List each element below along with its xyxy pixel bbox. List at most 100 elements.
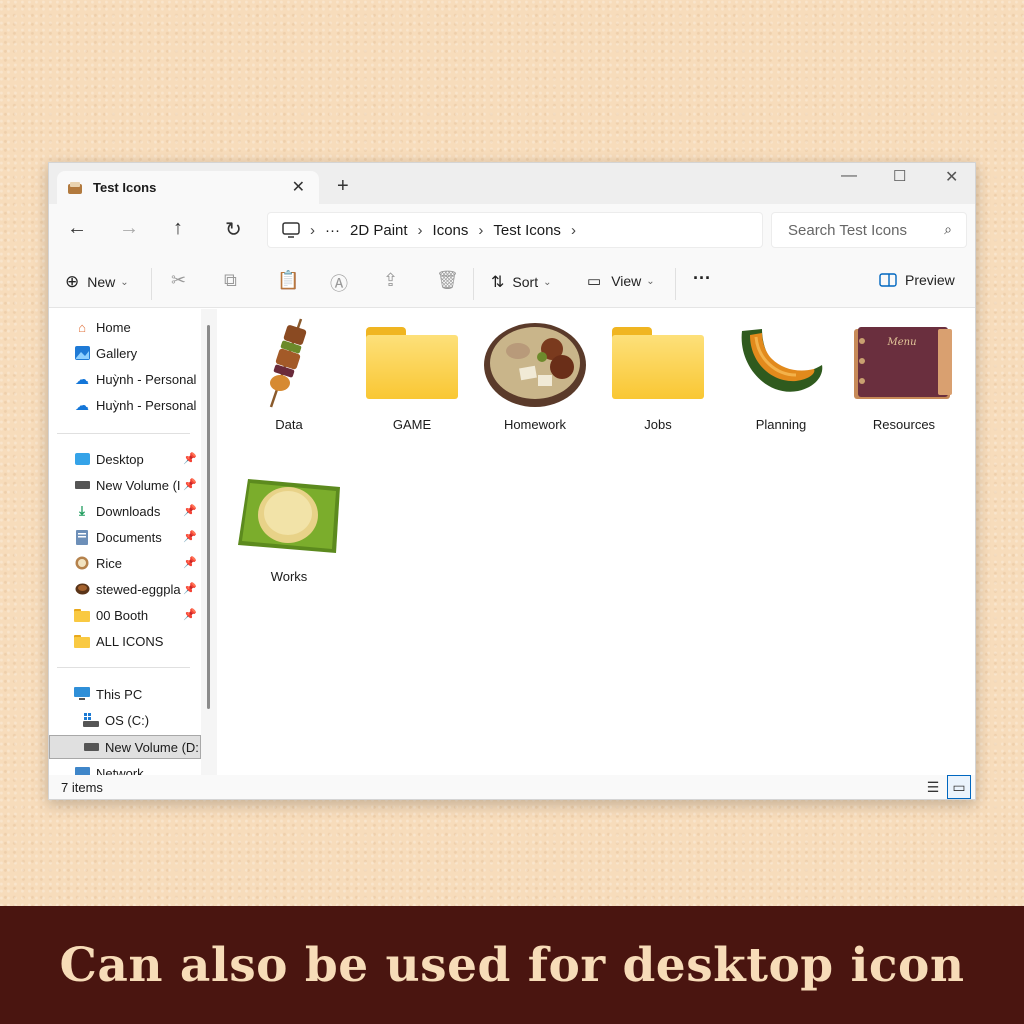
large-icons-view-icon[interactable]: ▭ [947, 775, 971, 799]
file-item-works[interactable]: Works [234, 469, 344, 584]
pin-icon: 📌 [183, 531, 197, 543]
breadcrumb-test-icons[interactable]: Test Icons [493, 222, 561, 239]
preview-label: Preview [905, 272, 955, 288]
sort-label: Sort [512, 274, 539, 290]
rice-icon [73, 555, 91, 571]
sidebar-item-os-c[interactable]: OS (C:) [82, 708, 215, 732]
folder-icon [366, 327, 458, 399]
more-path-icon[interactable]: ··· [325, 222, 340, 239]
menu-book-text: Menu [886, 337, 916, 348]
sidebar-item-gallery[interactable]: Gallery [73, 341, 215, 365]
sidebar-item-label: OS (C:) [105, 712, 150, 728]
divider [151, 268, 152, 300]
scrollbar-thumb[interactable] [207, 325, 210, 709]
file-name: Planning [755, 417, 807, 432]
file-name: Data [275, 417, 303, 432]
sidebar-item-all-icons[interactable]: ALL ICONS [73, 629, 215, 653]
plus-circle-icon: ⊕ [65, 272, 80, 291]
sidebar-item-home[interactable]: ⌂ Home [73, 315, 215, 339]
preview-button[interactable]: Preview [879, 272, 955, 288]
file-item-jobs[interactable]: Jobs [603, 317, 713, 432]
status-bar: 7 items ☰ ▭ [49, 775, 975, 799]
copy-icon[interactable]: ⧉ [224, 270, 237, 291]
details-view-icon[interactable]: ☰ [921, 775, 945, 799]
home-icon: ⌂ [78, 319, 86, 335]
maximize-icon[interactable]: ☐ [893, 167, 906, 185]
more-options-icon[interactable]: ··· [693, 268, 711, 289]
pin-icon: 📌 [183, 609, 197, 621]
file-name: Homework [503, 417, 567, 432]
sidebar-item-label: ALL ICONS [96, 633, 164, 649]
file-name: Resources [872, 417, 936, 432]
sort-icon: ⇅ [491, 274, 505, 291]
sidebar-item-new-volume-d[interactable]: New Volume (D: [82, 735, 200, 759]
rename-icon[interactable]: Ⓐ [330, 270, 348, 296]
new-button[interactable]: ⊕ New ⌄ [65, 272, 129, 292]
drive-icon [82, 739, 100, 755]
pin-icon: 📌 [183, 557, 197, 569]
back-arrow-icon[interactable]: ← [67, 217, 87, 240]
sidebar-item-label: Rice [96, 555, 123, 571]
sort-button[interactable]: ⇅ Sort ⌄ [491, 272, 551, 292]
breadcrumb-2d-paint[interactable]: 2D Paint [350, 222, 408, 239]
sidebar-item-this-pc[interactable]: This PC [73, 682, 215, 706]
view-icon: ▭ [587, 273, 602, 290]
sidebar-item-network[interactable]: Network [73, 761, 215, 775]
file-item-resources[interactable]: Menu Resources [849, 317, 959, 432]
search-placeholder: Search Test Icons [788, 221, 907, 239]
drive-icon [73, 477, 91, 493]
divider [57, 433, 190, 434]
folder-image-icon [68, 181, 82, 194]
delete-icon[interactable]: 🗑 [436, 270, 459, 291]
document-icon [73, 529, 91, 545]
cut-icon[interactable]: ✂ [171, 270, 186, 291]
folder-icon [612, 327, 704, 399]
sidebar-item-onedrive[interactable]: ☁ Huỳnh - Personal [73, 393, 215, 417]
breadcrumb-icons[interactable]: Icons [433, 222, 469, 239]
banner-text: Can also be used for desktop icon [59, 937, 965, 993]
sidebar-item-label: Network [96, 765, 144, 776]
sidebar-item-label: 00 Booth [96, 607, 149, 623]
view-button[interactable]: ▭ View ⌄ [587, 272, 655, 290]
onedrive-cloud-icon: ☁ [75, 396, 89, 413]
paste-icon[interactable]: 📋 [277, 270, 299, 291]
computer-icon [73, 686, 91, 702]
new-label: New [87, 274, 116, 290]
close-window-icon[interactable]: ✕ [945, 167, 958, 187]
sidebar-item-label: This PC [96, 686, 143, 702]
item-count: 7 items [61, 779, 103, 795]
download-icon: ⤓ [79, 503, 85, 518]
monitor-icon [282, 222, 300, 238]
pin-icon: 📌 [183, 505, 197, 517]
sidebar-item-label: Home [96, 319, 131, 335]
sidebar-item-label: Huỳnh - Personal [96, 371, 197, 387]
search-icon: ⌕ [944, 221, 952, 237]
search-input[interactable]: Search Test Icons ⌕ [771, 212, 967, 248]
chevron-right-icon: › [417, 221, 423, 239]
pin-icon: 📌 [183, 583, 197, 595]
up-arrow-icon[interactable]: ↑ [173, 217, 183, 240]
close-tab-icon[interactable]: ✕ [292, 177, 305, 197]
forward-arrow-icon[interactable]: → [119, 217, 139, 240]
address-bar[interactable]: › ··· 2D Paint › Icons › Test Icons › [267, 212, 763, 248]
share-icon[interactable]: ⇪ [383, 270, 398, 291]
gallery-icon [73, 345, 91, 361]
file-explorer-window: Test Icons ✕ + — ☐ ✕ ← → ↑ ↻ › ··· 2D Pa… [48, 162, 976, 800]
sidebar-item-label: Desktop [96, 451, 144, 467]
sidebar-item-onedrive[interactable]: ☁ Huỳnh - Personal [73, 367, 215, 391]
minimize-icon[interactable]: — [841, 167, 857, 185]
sidebar-item-label: Documents [96, 529, 162, 545]
windows-drive-icon [82, 712, 100, 728]
divider [473, 268, 474, 300]
desktop-icon [73, 451, 91, 467]
file-item-planning[interactable]: Planning [726, 317, 836, 432]
sidebar-item-label: Huỳnh - Personal [96, 397, 197, 413]
new-tab-icon[interactable]: + [337, 175, 349, 198]
refresh-icon[interactable]: ↻ [225, 217, 242, 242]
file-item-game[interactable]: GAME [357, 317, 467, 432]
file-item-homework[interactable]: Homework [480, 317, 590, 432]
chevron-down-icon: ⌄ [543, 276, 552, 288]
soup-bowl-icon [484, 323, 586, 407]
tab-test-icons[interactable]: Test Icons ✕ [57, 171, 319, 204]
file-item-data[interactable]: Data [234, 317, 344, 432]
